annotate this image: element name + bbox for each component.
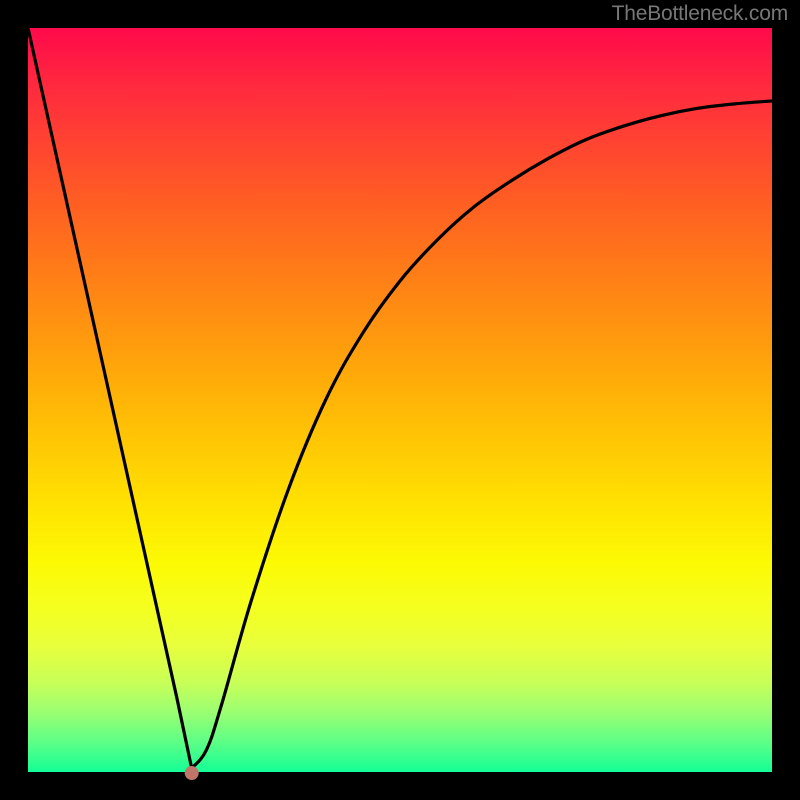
attribution-label: TheBottleneck.com: [612, 2, 788, 26]
plot-area: [28, 28, 772, 772]
bottleneck-curve: [28, 28, 772, 768]
chart-svg: [28, 28, 772, 772]
min-point-marker: [185, 766, 199, 780]
chart-frame: TheBottleneck.com: [0, 0, 800, 800]
